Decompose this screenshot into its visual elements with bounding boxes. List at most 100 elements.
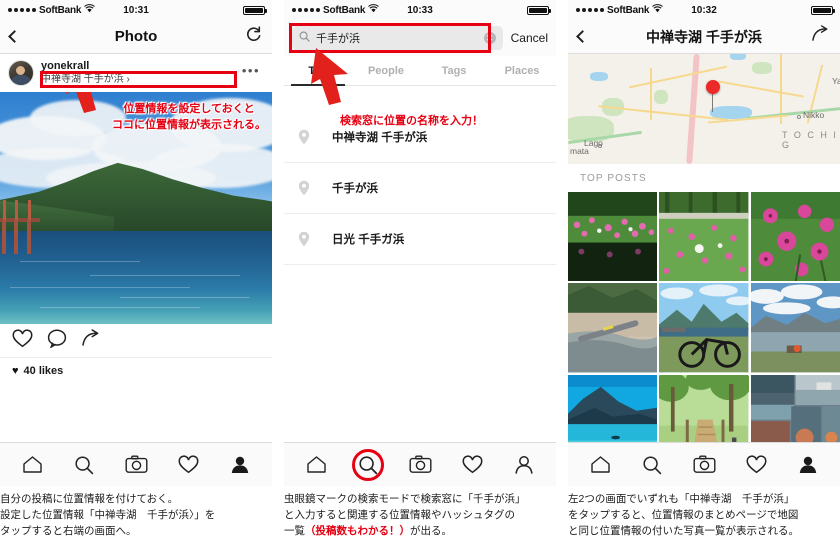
heart-filled-icon: ♥ <box>12 365 19 377</box>
result-row[interactable]: 日光 千手ガ浜 <box>284 214 556 265</box>
caption-2-line-3: 一覧（投稿数もわかる！）が出る。 <box>284 524 556 540</box>
photo-annotation: 位置情報を設定しておくと ココに位置情報が表示される。 <box>112 102 266 134</box>
share-button[interactable] <box>811 25 830 48</box>
search-input-value: 千手が浜 <box>316 33 360 45</box>
nav-bar: 中禅寺湖 千手が浜 <box>568 20 840 54</box>
tab-bar-3 <box>568 442 840 486</box>
avatar[interactable] <box>8 60 34 86</box>
grid-item[interactable] <box>568 192 658 282</box>
refresh-icon <box>245 25 262 48</box>
post-actions <box>0 324 272 358</box>
top-posts-header: TOP POSTS <box>568 164 840 192</box>
tab-camera[interactable] <box>684 448 724 482</box>
tab-activity[interactable] <box>168 448 208 482</box>
status-bar: SoftBank 10:31 <box>0 0 272 20</box>
post-location-label[interactable]: 中禅寺湖 千手が浜 › <box>41 73 130 86</box>
search-results: 中禅寺湖 千手が浜 千手が浜 日光 千手ガ浜 <box>284 112 556 265</box>
search-annotation: 検索窓に位置の名称を入力！ <box>340 115 483 127</box>
tab-home[interactable] <box>296 448 336 482</box>
heart-icon[interactable] <box>12 328 33 353</box>
tab-camera[interactable] <box>116 448 156 482</box>
tab-profile[interactable] <box>220 448 260 482</box>
caption-panel-2: 虫眼鏡マークの検索モードで検索窓に「千手が浜」 と入力すると関連する位置情報やハ… <box>284 492 556 540</box>
more-options-icon[interactable]: ••• <box>242 64 260 76</box>
page-title: 中禅寺湖 千手が浜 <box>646 28 762 45</box>
likes-row: ♥ 40 likes <box>0 358 272 384</box>
cancel-button[interactable]: Cancel <box>511 31 548 45</box>
location-pin-icon <box>298 231 310 247</box>
place-map[interactable]: Nikko T O C H I G Yai mata Lago <box>568 54 840 164</box>
caption-3-line-2: をタップすると、位置情報のまとめページで地図 <box>568 508 799 521</box>
post-header: yonekrall 中禅寺湖 千手が浜 › ••• <box>0 54 272 92</box>
photo-annotation-line2: ココに位置情報が表示される。 <box>112 118 266 131</box>
map-pin-icon <box>706 80 720 94</box>
grid-item[interactable] <box>750 283 840 373</box>
location-pin-icon <box>298 129 310 145</box>
clock-label: 10:33 <box>407 4 433 16</box>
tab-home[interactable] <box>12 448 52 482</box>
tab-top[interactable]: Top <box>284 56 352 86</box>
screen-place: SoftBank 10:32 中禅寺湖 千手が浜 Nikko T O C H I… <box>568 0 840 486</box>
username-label[interactable]: yonekrall <box>41 60 130 74</box>
tutorial-sheet: SoftBank 10:31 Photo yonekrall 中禅寺湖 千手が浜… <box>0 0 840 542</box>
tab-profile[interactable] <box>504 448 544 482</box>
tab-camera[interactable] <box>400 448 440 482</box>
search-tab-highlight <box>352 448 384 481</box>
caption-1-line-2: 設定した位置情報「中禅寺湖 千手が浜〉」を <box>0 508 216 521</box>
status-bar: SoftBank 10:32 <box>568 0 840 20</box>
result-label: 日光 千手ガ浜 <box>332 234 405 246</box>
tab-search[interactable] <box>632 448 672 482</box>
post-photo[interactable]: 位置情報を設定しておくと ココに位置情報が表示される。 <box>0 92 272 324</box>
tab-bar-2 <box>284 442 556 486</box>
tab-search[interactable] <box>348 448 388 482</box>
tab-search[interactable] <box>64 448 104 482</box>
tab-people[interactable]: People <box>352 56 420 85</box>
location-pin-icon <box>298 180 310 196</box>
clock-label: 10:31 <box>123 4 149 16</box>
nav-bar: Photo <box>0 20 272 54</box>
caption-1-line-1: 自分の投稿に位置情報を付けておく。 <box>0 493 179 505</box>
battery-icon <box>527 5 551 15</box>
tab-bar-1 <box>0 442 272 486</box>
battery-icon <box>811 5 835 15</box>
photo-pier <box>0 200 40 255</box>
clear-text-icon[interactable]: ✕ <box>483 32 496 44</box>
caption-2-line-2: と入力すると関連する位置情報やハッシュタグの <box>284 508 515 521</box>
clock-label: 10:32 <box>691 4 717 16</box>
caption-3-line-3: と同じ位置情報の付いた写真一覧が表示される。 <box>568 524 799 537</box>
search-input[interactable]: 千手が浜 ✕ <box>292 26 503 50</box>
caption-2-line-3-a: 一覧 <box>284 524 305 537</box>
tab-profile[interactable] <box>788 448 828 482</box>
screen-search: SoftBank 10:33 千手が浜 ✕ Cancel Top People <box>284 0 556 486</box>
photo-lake <box>0 231 272 324</box>
share-arrow-icon <box>811 25 830 48</box>
refresh-button[interactable] <box>245 25 262 48</box>
tab-activity[interactable] <box>736 448 776 482</box>
page-title: Photo <box>114 28 158 45</box>
map-label: Nikko <box>803 110 825 120</box>
tab-tags[interactable]: Tags <box>420 56 488 85</box>
likes-count-label: 40 likes <box>23 365 64 377</box>
photo-grid <box>568 192 840 465</box>
photo-annotation-line1: 位置情報を設定しておくと <box>123 103 255 115</box>
caption-panel-3: 左2つの画面でいずれも「中禅寺湖 千手が浜」 をタップすると、位置情報のまとめペ… <box>568 492 840 540</box>
tab-activity[interactable] <box>452 448 492 482</box>
result-label: 中禅寺湖 千手が浜 <box>332 132 428 144</box>
grid-item[interactable] <box>659 192 749 282</box>
grid-item[interactable] <box>568 283 658 373</box>
caption-2-line-3-b: が出る。 <box>410 524 452 537</box>
grid-item[interactable] <box>750 192 840 282</box>
tab-home[interactable] <box>580 448 620 482</box>
comment-icon[interactable] <box>47 328 67 353</box>
caption-1-line-3: タップすると右端の画面へ。 <box>0 524 137 537</box>
battery-icon <box>243 5 267 15</box>
status-bar: SoftBank 10:33 <box>284 0 556 20</box>
caption-panel-1: 自分の投稿に位置情報を付けておく。 設定した位置情報「中禅寺湖 千手が浜〉」を … <box>0 492 272 540</box>
tab-places[interactable]: Places <box>488 56 556 85</box>
share-arrow-icon[interactable] <box>81 328 101 353</box>
grid-item[interactable] <box>659 283 749 373</box>
search-bar: 千手が浜 ✕ Cancel <box>284 20 556 56</box>
screen-photo-detail: SoftBank 10:31 Photo yonekrall 中禅寺湖 千手が浜… <box>0 0 272 486</box>
caption-2-emphasis: （投稿数もわかる！） <box>305 524 410 537</box>
result-row[interactable]: 千手が浜 <box>284 163 556 214</box>
